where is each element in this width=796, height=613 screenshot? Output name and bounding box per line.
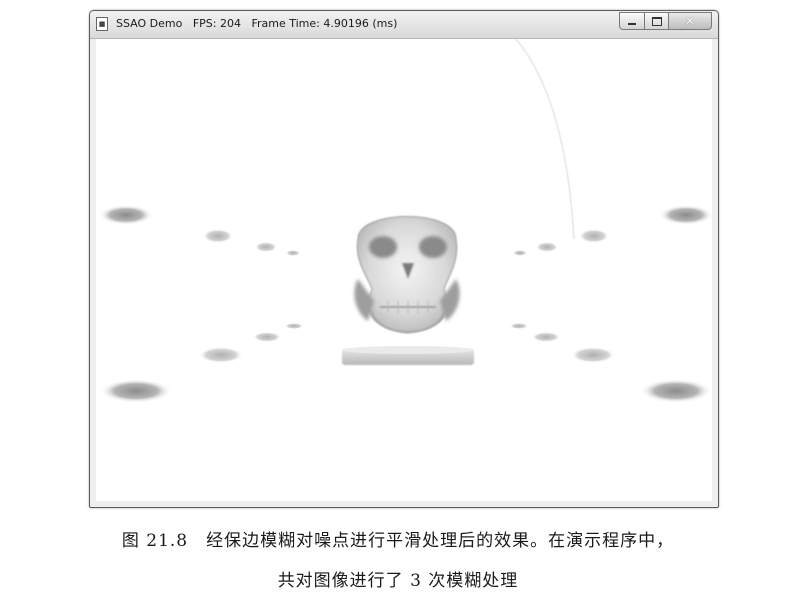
skull-pedestal xyxy=(342,346,474,365)
left-columns xyxy=(99,205,303,403)
figure-caption-line2: 共对图像进行了 3 次模糊处理 xyxy=(0,566,796,591)
column-base xyxy=(579,229,609,243)
app-icon[interactable]: ■ xyxy=(96,17,108,31)
window-title: SSAO Demo FPS: 204 Frame Time: 4.90196 (… xyxy=(116,17,398,30)
figure-caption-line1: 图 21.8 经保边模糊对噪点进行平滑处理后的效果。在演示程序中， xyxy=(0,526,796,551)
title-bar[interactable]: ■ SSAO Demo FPS: 204 Frame Time: 4.90196… xyxy=(90,11,718,39)
skull-model xyxy=(354,216,460,334)
app-window: ■ SSAO Demo FPS: 204 Frame Time: 4.90196… xyxy=(89,10,719,508)
column-base xyxy=(99,205,153,225)
render-viewport[interactable] xyxy=(96,39,712,501)
caption-text-line1: 经保边模糊对噪点进行平滑处理后的效果。在演示程序中， xyxy=(206,531,675,551)
column-base xyxy=(100,379,172,403)
page: ■ SSAO Demo FPS: 204 Frame Time: 4.90196… xyxy=(0,0,796,613)
column-base xyxy=(253,332,281,342)
close-icon: ✕ xyxy=(684,14,696,28)
maximize-icon xyxy=(651,16,662,26)
column-base xyxy=(532,332,560,342)
maximize-button[interactable] xyxy=(644,12,669,30)
minimize-button[interactable] xyxy=(619,12,645,30)
column-base xyxy=(513,250,527,256)
ssao-render xyxy=(99,39,712,403)
column-base xyxy=(640,379,712,403)
column-base xyxy=(203,229,233,243)
column-base xyxy=(285,323,303,329)
column-base xyxy=(255,242,277,252)
right-columns xyxy=(510,205,712,403)
column-base xyxy=(199,347,243,363)
figure-number: 图 21.8 xyxy=(121,531,189,551)
column-base xyxy=(536,242,558,252)
column-base xyxy=(510,323,528,329)
column-base xyxy=(571,347,615,363)
column-base xyxy=(659,205,712,225)
caption-text-line2: 共对图像进行了 3 次模糊处理 xyxy=(277,571,519,591)
minimize-icon xyxy=(628,23,636,25)
caption-buttons: ✕ xyxy=(619,12,712,31)
close-button[interactable]: ✕ xyxy=(668,12,712,30)
faint-arc xyxy=(515,39,575,240)
column-base xyxy=(286,250,300,256)
